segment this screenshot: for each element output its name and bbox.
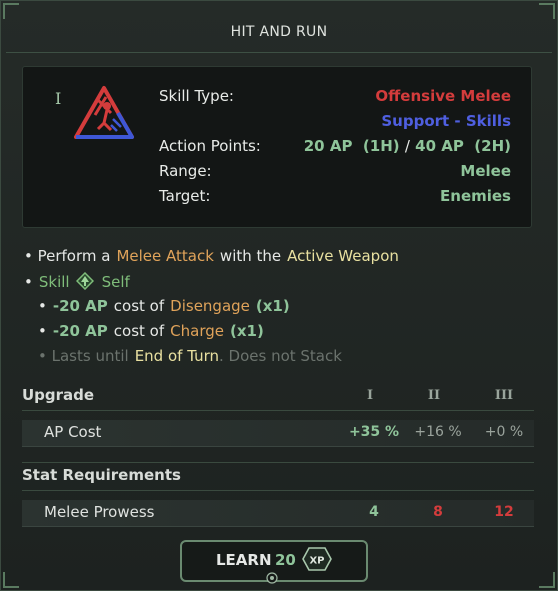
effect-line-5: • Lasts until End of Turn. Does not Stack	[38, 347, 342, 365]
skill-category-value: Support - Skills	[381, 112, 511, 130]
melee-prowess-tier-3: 12	[494, 504, 514, 520]
learn-cost: 20	[275, 551, 296, 569]
target-value: Enemies	[440, 187, 511, 205]
upgrade-divider	[22, 410, 534, 411]
skill-info-panel: I Skill Type: Offensive Melee Support - …	[22, 66, 532, 228]
melee-prowess-tier-2: 8	[433, 504, 443, 520]
action-points-value: 20 AP (1H) / 40 AP (2H)	[303, 137, 511, 155]
xp-icon: XP	[302, 547, 332, 571]
tier-mark: I	[55, 89, 62, 108]
requirements-divider	[22, 490, 534, 491]
effect-line-3: • -20 AP cost of Disengage (x1)	[38, 297, 290, 315]
effect-line-1: • Perform a Melee Attack with the Active We…	[24, 247, 399, 265]
disengage-keyword: Disengage	[170, 297, 250, 315]
skill-type-value: Offensive Melee	[375, 87, 511, 105]
melee-skill-icon	[74, 86, 134, 139]
melee-prowess-tier-1: 4	[369, 504, 379, 520]
tier-label-1: I	[366, 388, 374, 403]
melee-prowess-row: Melee Prowess 4 8 12	[22, 500, 534, 527]
requirements-top-divider	[22, 462, 534, 463]
ap-cost-tier-1: +35 %	[348, 424, 400, 440]
target-knob-icon	[266, 572, 278, 584]
corner-ornament	[539, 572, 555, 588]
title-divider	[6, 52, 552, 53]
skill-type-row: Skill Type: Offensive Melee	[159, 87, 511, 111]
skill-keyword: Skill	[38, 273, 70, 291]
xp-unit: XP	[309, 556, 324, 567]
range-row: Range: Melee	[159, 162, 511, 186]
upgrade-header: Upgrade I II III	[22, 386, 534, 410]
effect-line-2: • Skill Self	[24, 271, 130, 291]
ap-cost-label: AP Cost	[44, 423, 102, 441]
end-of-turn-keyword: End of Turn	[134, 347, 219, 365]
effect-line-4: • -20 AP cost of Charge (x1)	[38, 322, 264, 340]
self-keyword: Self	[101, 273, 130, 291]
melee-attack-keyword: Melee Attack	[116, 247, 214, 265]
ap-cost-tier-2: +16 %	[414, 424, 462, 440]
corner-ornament	[3, 572, 19, 588]
active-weapon-keyword: Active Weapon	[287, 247, 399, 265]
range-label: Range:	[159, 162, 212, 180]
tier-label-2: II	[427, 388, 441, 403]
melee-prowess-label: Melee Prowess	[44, 503, 155, 521]
target-label: Target:	[159, 187, 211, 205]
ap-cost-tier-3: +0 %	[484, 424, 524, 440]
charge-keyword: Charge	[170, 322, 224, 340]
corner-ornament	[539, 3, 555, 19]
learn-label: LEARN	[216, 551, 272, 569]
ap-cost-row: AP Cost +35 % +16 % +0 %	[22, 420, 534, 447]
target-row: Target: Enemies	[159, 187, 511, 211]
self-target-icon	[75, 271, 94, 291]
skill-title: HIT AND RUN	[230, 24, 328, 40]
tier-label-3: III	[494, 388, 514, 403]
corner-ornament	[3, 3, 19, 19]
category-row: Support - Skills	[159, 112, 511, 136]
action-points-label: Action Points:	[159, 137, 261, 155]
stat-requirements-header: Stat Requirements	[22, 466, 181, 484]
range-value: Melee	[460, 162, 511, 180]
action-points-row: Action Points: 20 AP (1H) / 40 AP (2H)	[159, 137, 511, 161]
skill-type-label: Skill Type:	[159, 87, 234, 105]
